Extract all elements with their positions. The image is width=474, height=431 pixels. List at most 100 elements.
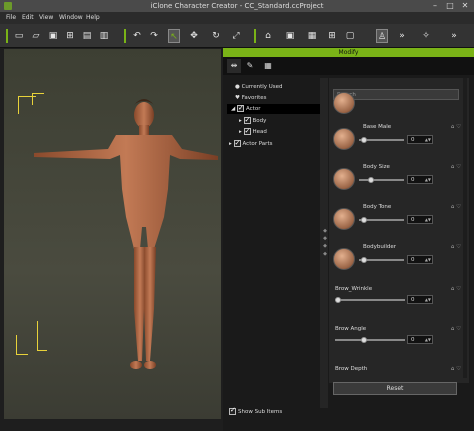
slider-item-icons[interactable]: ⌂ ♡: [451, 286, 461, 292]
more-icon[interactable]: »: [396, 29, 408, 43]
slider-item: Brow Angle ⌂ ♡ 0 ▲▼: [329, 324, 469, 354]
toolbar-separator: [254, 29, 256, 43]
close-icon[interactable]: ✕: [458, 0, 472, 12]
menu-bar: File Edit View Window Help: [0, 12, 474, 24]
panel-splitter[interactable]: ◆ ◆ ◆ ◆: [320, 78, 328, 408]
morph-label: Bodybuilder: [363, 244, 397, 250]
toolbar-separator: [6, 29, 8, 43]
spin-arrows-icon[interactable]: ▲▼: [425, 296, 431, 304]
slider-value-input[interactable]: 0 ▲▼: [407, 335, 433, 344]
modify-panel: Modify ⇹ ✎ ▦ ● Currently Used ♥ Favorite…: [223, 48, 474, 431]
slider-label: Brow Angle: [335, 326, 367, 332]
morph-thumbnail: [333, 168, 355, 190]
panel-tabs: ⇹ ✎ ▦: [223, 57, 474, 75]
slider-knob[interactable]: [361, 137, 367, 143]
morph-value-input[interactable]: 0 ▲▼: [407, 215, 433, 224]
save-icon[interactable]: ▣: [47, 29, 59, 43]
undo-icon[interactable]: ↶: [131, 29, 143, 43]
menu-edit[interactable]: Edit: [22, 14, 34, 21]
morph-value-input[interactable]: 0 ▲▼: [407, 255, 433, 264]
3d-viewport[interactable]: [4, 49, 221, 419]
import-icon[interactable]: ▥: [98, 29, 110, 43]
frame-icon[interactable]: ▢: [344, 29, 356, 43]
panel-title: Modify: [223, 48, 474, 57]
body-checkbox[interactable]: [243, 115, 251, 125]
home-icon[interactable]: ⌂: [262, 29, 274, 43]
morph-tab-icon[interactable]: ⇹: [227, 59, 241, 73]
title-bar: iClone Character Creator - CC_Standard.c…: [0, 0, 474, 12]
window-title: iClone Character Creator - CC_Standard.c…: [150, 2, 324, 10]
new-project-icon[interactable]: ▭: [13, 29, 25, 43]
slider-item-icons[interactable]: ⌂ ♡: [451, 366, 461, 372]
morph-thumbnail: [333, 248, 355, 270]
slider-knob[interactable]: [361, 217, 367, 223]
morph-label: Body Tone: [363, 204, 392, 210]
wrench-tab-icon[interactable]: ✎: [243, 59, 257, 73]
tree-item-currently-used[interactable]: ● Currently Used: [235, 82, 283, 92]
value-slider[interactable]: [335, 299, 405, 301]
more-icon[interactable]: »: [448, 29, 460, 43]
export-icon[interactable]: ⊞: [64, 29, 76, 43]
morph-slider[interactable]: [359, 179, 404, 181]
show-sub-items-checkbox[interactable]: Show Sub Items: [229, 406, 282, 415]
slider-knob[interactable]: [368, 177, 374, 183]
morph-item-icons[interactable]: ⌂ ♡: [451, 124, 461, 130]
spin-arrows-icon[interactable]: ▲▼: [425, 256, 431, 264]
menu-view[interactable]: View: [39, 14, 53, 21]
spin-arrows-icon[interactable]: ▲▼: [425, 176, 431, 184]
morph-item: Body Tone ⌂ ♡ 0 ▲▼: [329, 202, 469, 238]
morph-item: Base Male ⌂ ♡ 0 ▲▼: [329, 122, 469, 158]
slider-knob[interactable]: [361, 257, 367, 263]
spin-arrows-icon[interactable]: ▲▼: [425, 136, 431, 144]
slider-knob[interactable]: [361, 337, 367, 343]
open-folder-icon[interactable]: ▱: [30, 29, 42, 43]
morph-item: Body Size ⌂ ♡ 0 ▲▼: [329, 162, 469, 198]
export-alt-icon[interactable]: ▤: [81, 29, 93, 43]
slider-knob[interactable]: [335, 297, 341, 303]
spin-arrows-icon[interactable]: ▲▼: [425, 216, 431, 224]
morph-value-input[interactable]: 0 ▲▼: [407, 175, 433, 184]
actor-checkbox[interactable]: [236, 103, 244, 113]
reset-button[interactable]: Reset: [333, 382, 457, 395]
slider-item-icons[interactable]: ⌂ ♡: [451, 326, 461, 332]
tree-item-actor-parts[interactable]: ▸ Actor Parts: [229, 138, 272, 149]
figure-icon[interactable]: ♙: [376, 29, 388, 43]
checkbox[interactable]: [229, 406, 236, 415]
maximize-icon[interactable]: □: [443, 0, 457, 12]
move-icon[interactable]: ✥: [188, 29, 200, 43]
actor-parts-checkbox[interactable]: [233, 138, 241, 148]
select-icon[interactable]: ↖: [168, 29, 180, 43]
morph-thumbnail: [333, 128, 355, 150]
morph-item-icons[interactable]: ⌂ ♡: [451, 204, 461, 210]
morph-item-partial: [329, 92, 469, 118]
scrollbar[interactable]: [463, 78, 467, 378]
head-checkbox[interactable]: [243, 126, 251, 136]
tree-item-body[interactable]: ▸ Body: [239, 115, 266, 126]
minimize-icon[interactable]: –: [428, 0, 442, 12]
tree-item-favorites[interactable]: ♥ Favorites: [235, 93, 267, 103]
view-icon[interactable]: ▦: [306, 29, 318, 43]
morph-item: Bodybuilder ⌂ ♡ 0 ▲▼: [329, 242, 469, 278]
rotate-icon[interactable]: ↻: [210, 29, 222, 43]
menu-file[interactable]: File: [6, 14, 16, 21]
morph-label: Base Male: [363, 124, 392, 130]
morph-item-icons[interactable]: ⌂ ♡: [451, 164, 461, 170]
toolbar-separator: [124, 29, 126, 43]
scale-icon[interactable]: ⤢: [230, 29, 242, 43]
menu-help[interactable]: Help: [86, 14, 100, 21]
morph-value-input[interactable]: 0 ▲▼: [407, 135, 433, 144]
slider-label: Brow Depth: [335, 366, 368, 372]
checker-tab-icon[interactable]: ▦: [261, 59, 275, 73]
menu-window[interactable]: Window: [59, 14, 83, 21]
tree-item-actor[interactable]: ◢ Actor: [227, 103, 321, 114]
morph-item-icons[interactable]: ⌂ ♡: [451, 244, 461, 250]
value-slider[interactable]: [335, 339, 405, 341]
tree-item-head[interactable]: ▸ Head: [239, 126, 267, 137]
camera-icon[interactable]: ▣: [284, 29, 296, 43]
redo-icon[interactable]: ↷: [148, 29, 160, 43]
character-model[interactable]: [4, 49, 221, 419]
spin-arrows-icon[interactable]: ▲▼: [425, 336, 431, 344]
slider-value-input[interactable]: 0 ▲▼: [407, 295, 433, 304]
grid-icon[interactable]: ⊞: [326, 29, 338, 43]
tools-icon[interactable]: ✧: [420, 29, 432, 43]
